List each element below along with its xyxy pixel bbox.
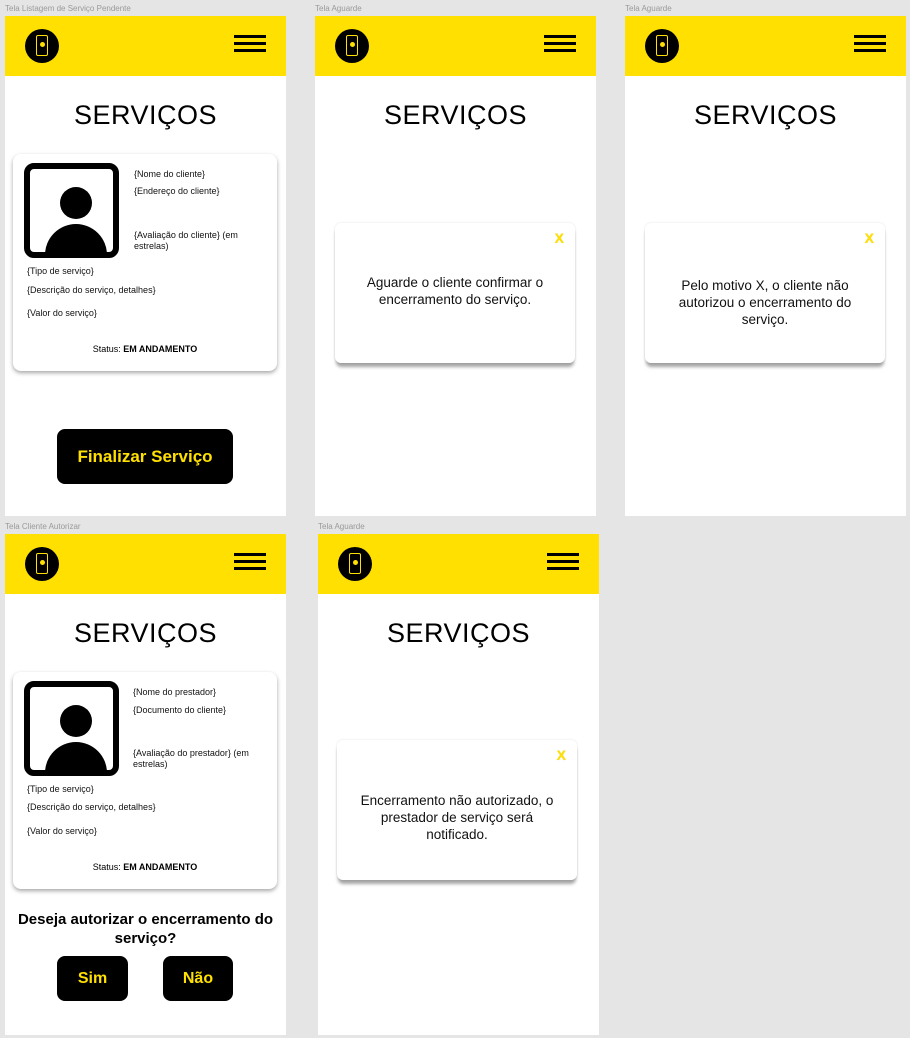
- page-title: SERVIÇOS: [693, 100, 838, 130]
- nao-button[interactable]: Não: [163, 956, 233, 1001]
- page-title: SERVIÇOS: [386, 618, 531, 648]
- frame-label-aguarde-2: Tela Aguarde: [625, 4, 672, 13]
- app-bar: [318, 534, 599, 594]
- hamburger-menu-icon[interactable]: [854, 35, 886, 55]
- frame-label-cliente-autorizar: Tela Cliente Autorizar: [5, 522, 81, 531]
- service-type: {Tipo de serviço}: [27, 784, 94, 794]
- client-rating: {Avaliação do cliente} (em estrelas): [134, 230, 238, 251]
- user-avatar-icon: [24, 163, 119, 258]
- page-title: SERVIÇOS: [73, 100, 218, 130]
- close-x-icon[interactable]: X: [557, 747, 566, 763]
- screen-cliente-autorizar: SERVIÇOS {Nome do prestador} {Documento …: [5, 534, 286, 1035]
- hamburger-menu-icon[interactable]: [544, 35, 576, 55]
- status-line: Status: EM ANDAMENTO: [13, 862, 277, 872]
- screen-listagem-servico-pendente: SERVIÇOS {Nome do cliente} {Endereço do …: [5, 16, 286, 516]
- client-name: {Nome do cliente}: [134, 169, 206, 179]
- service-value: {Valor do serviço}: [27, 826, 97, 836]
- app-bar: [315, 16, 596, 76]
- client-document: {Documento do cliente}: [133, 705, 227, 715]
- service-card[interactable]: {Nome do prestador} {Documento do client…: [13, 672, 277, 889]
- dialog-message: Pelo motivo X, o cliente não autorizou o…: [678, 278, 852, 327]
- service-type: {Tipo de serviço}: [27, 266, 94, 276]
- hamburger-menu-icon[interactable]: [234, 35, 266, 55]
- phone-robot-logo-icon[interactable]: [25, 547, 59, 581]
- app-bar: [5, 16, 286, 76]
- service-description: {Descrição do serviço, detalhes}: [27, 285, 156, 295]
- service-description: {Descrição do serviço, detalhes}: [27, 802, 156, 812]
- screen-aguarde-3: SERVIÇOS X Encerramento não autorizado, …: [318, 534, 599, 1035]
- provider-rating: {Avaliação do prestador} (em estrelas): [133, 748, 249, 769]
- screen-aguarde-2: SERVIÇOS X Pelo motivo X, o cliente não …: [625, 16, 906, 516]
- sim-button[interactable]: Sim: [57, 956, 128, 1001]
- frame-label-aguarde-1: Tela Aguarde: [315, 4, 362, 13]
- close-x-icon[interactable]: X: [555, 230, 564, 246]
- status-line: Status: EM ANDAMENTO: [13, 344, 277, 354]
- nao-autorizou-dialog: X Pelo motivo X, o cliente não autorizou…: [645, 223, 885, 363]
- authorize-question: Deseja autorizar o encerramento do servi…: [17, 911, 274, 947]
- service-value: {Valor do serviço}: [27, 308, 97, 318]
- nao-autorizado-dialog: X Encerramento não autorizado, o prestad…: [337, 740, 577, 880]
- service-card[interactable]: {Nome do cliente} {Endereço do cliente} …: [13, 154, 277, 371]
- phone-robot-logo-icon[interactable]: [25, 29, 59, 63]
- aguarde-dialog: X Aguarde o cliente confirmar o encerram…: [335, 223, 575, 363]
- dialog-message: Encerramento não autorizado, o prestador…: [360, 793, 554, 842]
- status-badge: EM ANDAMENTO: [123, 344, 198, 354]
- page-title: SERVIÇOS: [383, 100, 528, 130]
- frame-label-aguarde-3: Tela Aguarde: [318, 522, 365, 531]
- frame-label-listagem: Tela Listagem de Serviço Pendente: [5, 4, 131, 13]
- client-address: {Endereço do cliente}: [134, 186, 220, 196]
- hamburger-menu-icon[interactable]: [234, 553, 266, 573]
- page-title: SERVIÇOS: [73, 618, 218, 648]
- user-avatar-icon: [24, 681, 119, 776]
- provider-name: {Nome do prestador}: [133, 687, 217, 697]
- status-label: Status:: [92, 344, 121, 354]
- app-bar: [5, 534, 286, 594]
- phone-robot-logo-icon[interactable]: [335, 29, 369, 63]
- status-badge: EM ANDAMENTO: [123, 862, 198, 872]
- status-label: Status:: [92, 862, 121, 872]
- screen-aguarde-1: SERVIÇOS X Aguarde o cliente confirmar o…: [315, 16, 596, 516]
- app-bar: [625, 16, 906, 76]
- phone-robot-logo-icon[interactable]: [338, 547, 372, 581]
- dialog-message: Aguarde o cliente confirmar o encerramen…: [366, 275, 544, 307]
- hamburger-menu-icon[interactable]: [547, 553, 579, 573]
- finalizar-servico-button[interactable]: Finalizar Serviço: [57, 429, 233, 484]
- close-x-icon[interactable]: X: [865, 230, 874, 246]
- phone-robot-logo-icon[interactable]: [645, 29, 679, 63]
